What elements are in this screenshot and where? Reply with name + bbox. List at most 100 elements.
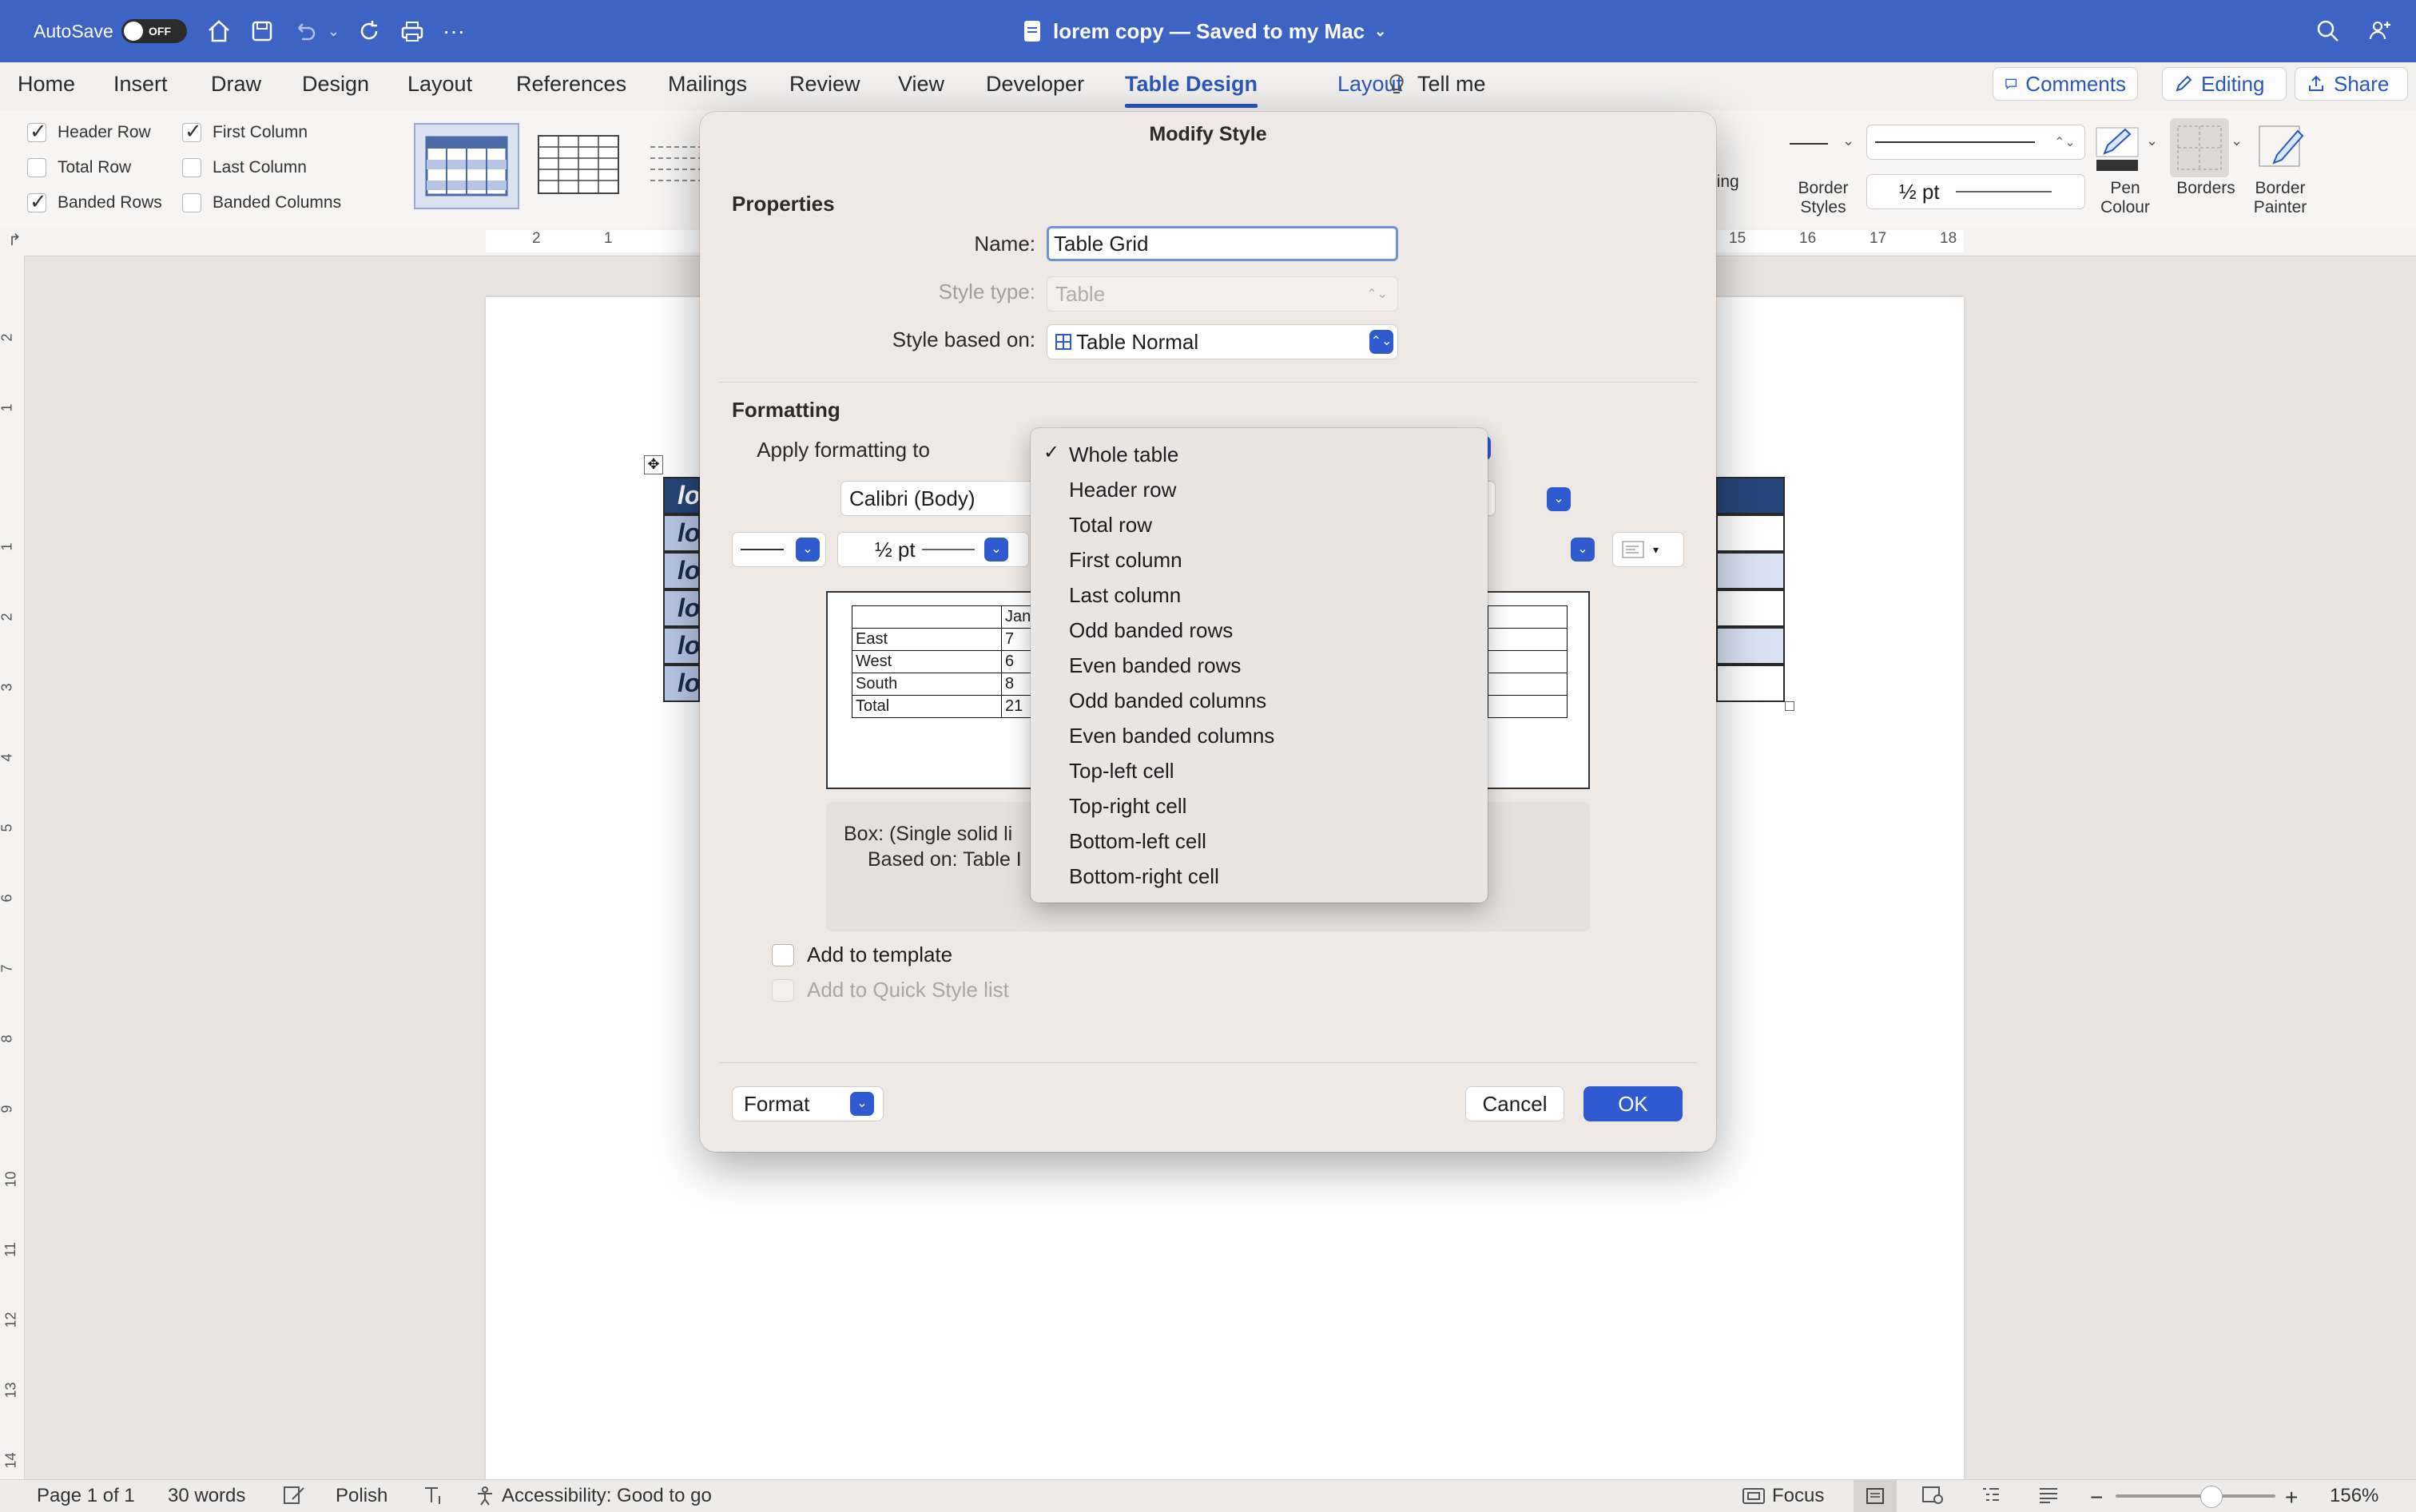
border-style-chevron-icon[interactable]: ⌄ (796, 538, 820, 562)
home-icon[interactable] (205, 0, 233, 62)
tab-mailings[interactable]: Mailings (668, 72, 747, 97)
total-row-checkbox[interactable]: Total Row (27, 158, 131, 177)
tab-draw[interactable]: Draw (211, 72, 261, 97)
tab-home[interactable]: Home (18, 72, 75, 97)
undo-dropdown-icon[interactable]: ⌄ (328, 0, 340, 62)
font-size-chevron-icon[interactable]: ⌄ (1547, 487, 1571, 511)
table-style-swatch[interactable] (644, 123, 700, 209)
menu-item-whole-table[interactable]: Whole table (1069, 442, 1178, 467)
table-cell[interactable]: lo (663, 514, 700, 552)
share-people-icon[interactable] (2366, 0, 2395, 62)
editing-button[interactable]: Editing (2162, 67, 2287, 101)
table-cell[interactable]: lo (663, 552, 700, 589)
menu-item-top-right-cell[interactable]: Top-right cell (1069, 794, 1186, 819)
table-style-swatch[interactable] (414, 123, 519, 209)
search-icon[interactable] (2314, 0, 2342, 62)
print-icon[interactable] (398, 0, 427, 62)
draft-view-icon[interactable] (2037, 1485, 2060, 1504)
table-cell[interactable] (1716, 477, 1785, 514)
table-cell[interactable]: lo (663, 477, 700, 514)
first-column-checkbox[interactable]: First Column (182, 119, 308, 144)
line-weight-select[interactable]: ½ pt (1866, 174, 2085, 209)
menu-item-total-row[interactable]: Total row (1069, 513, 1152, 538)
comments-button[interactable]: Comments (1993, 67, 2138, 101)
tab-developer[interactable]: Developer (986, 72, 1084, 97)
proofing-icon[interactable] (283, 1485, 307, 1506)
table-resize-handle[interactable] (1785, 701, 1794, 711)
table-cell[interactable]: lo (663, 589, 700, 627)
banded-columns-checkbox[interactable]: Banded Columns (182, 193, 341, 212)
table-cell[interactable] (1716, 514, 1785, 552)
menu-item-first-column[interactable]: First column (1069, 548, 1182, 573)
redo-icon[interactable] (355, 0, 383, 62)
table-cell[interactable] (1716, 665, 1785, 702)
table-cell[interactable]: lo (663, 665, 700, 702)
table-cell[interactable] (1716, 627, 1785, 665)
menu-item-odd-banded-rows[interactable]: Odd banded rows (1069, 618, 1233, 643)
menu-item-even-banded-columns[interactable]: Even banded columns (1069, 724, 1274, 748)
autosave-toggle[interactable]: OFF (121, 19, 187, 43)
tab-view[interactable]: View (898, 72, 944, 97)
undo-icon[interactable] (291, 0, 320, 62)
zoom-level[interactable]: 156% (2330, 1485, 2378, 1507)
last-column-checkbox[interactable]: Last Column (182, 158, 307, 177)
border-styles-icon[interactable] (1786, 128, 1831, 160)
zoom-slider-thumb[interactable] (2200, 1486, 2223, 1508)
based-on-chevron-icon[interactable]: ⌃⌄ (1369, 330, 1393, 354)
pen-colour-icon[interactable] (2093, 125, 2141, 173)
table-cell[interactable] (1716, 589, 1785, 627)
line-style-select[interactable]: ⌃⌄ (1866, 125, 2085, 160)
tell-me-box[interactable]: Tell me (1387, 72, 1486, 97)
menu-item-header-row[interactable]: Header row (1069, 478, 1176, 502)
ok-button[interactable]: OK (1584, 1086, 1683, 1121)
language[interactable]: Polish (336, 1485, 387, 1507)
chevron-down-icon[interactable]: ⌄ (2146, 133, 2158, 149)
zoom-out-icon[interactable]: − (2090, 1485, 2103, 1510)
tab-stop-icon[interactable]: ↱ (8, 230, 22, 250)
focus-button[interactable]: Focus (1742, 1485, 1824, 1507)
table-move-handle-icon[interactable]: ✥ (644, 455, 663, 474)
tab-table-design[interactable]: Table Design (1125, 72, 1258, 108)
outline-view-icon[interactable] (1980, 1485, 2002, 1504)
banded-rows-checkbox[interactable]: Banded Rows (27, 189, 162, 214)
zoom-slider[interactable] (2116, 1486, 2275, 1508)
cancel-button[interactable]: Cancel (1465, 1086, 1564, 1121)
shading-chevron-icon[interactable]: ⌄ (1571, 538, 1595, 562)
border-painter-icon[interactable] (2253, 120, 2312, 176)
header-row-checkbox[interactable]: Header Row (27, 119, 151, 144)
borders-icon[interactable] (2170, 118, 2229, 177)
table-cell[interactable] (1716, 552, 1785, 589)
tab-design[interactable]: Design (302, 72, 369, 97)
table-style-swatch[interactable] (527, 123, 633, 209)
word-count[interactable]: 30 words (168, 1485, 245, 1507)
menu-item-top-left-cell[interactable]: Top-left cell (1069, 759, 1174, 784)
chevron-down-icon[interactable]: ⌄ (2231, 133, 2243, 149)
table-cell[interactable]: lo (663, 627, 700, 665)
format-chevron-icon[interactable]: ⌄ (850, 1092, 874, 1116)
border-weight-chevron-icon[interactable]: ⌄ (984, 538, 1008, 562)
zoom-in-icon[interactable]: + (2285, 1485, 2298, 1510)
vertical-ruler[interactable]: 2 1 1 2 3 4 5 6 7 8 9 10 11 12 13 14 (0, 256, 25, 1479)
chevron-down-icon[interactable]: ⌄ (1842, 133, 1854, 149)
add-to-template-checkbox[interactable]: Add to template (772, 943, 952, 967)
text-predictions-icon[interactable] (422, 1485, 446, 1506)
web-layout-icon[interactable] (1921, 1485, 1945, 1506)
menu-item-bottom-left-cell[interactable]: Bottom-left cell (1069, 829, 1206, 854)
based-on-select[interactable]: Table Normal (1047, 324, 1398, 359)
name-input[interactable] (1047, 226, 1398, 261)
save-icon[interactable] (248, 0, 276, 62)
more-icon[interactable]: ··· (443, 0, 465, 62)
tab-layout[interactable]: Layout (407, 72, 472, 97)
tab-review[interactable]: Review (789, 72, 860, 97)
menu-item-last-column[interactable]: Last column (1069, 583, 1181, 608)
alignment-select[interactable]: ▾ (1612, 532, 1684, 567)
menu-item-even-banded-rows[interactable]: Even banded rows (1069, 653, 1241, 678)
menu-item-odd-banded-columns[interactable]: Odd banded columns (1069, 689, 1266, 713)
print-layout-icon[interactable] (1854, 1480, 1897, 1512)
menu-item-bottom-right-cell[interactable]: Bottom-right cell (1069, 864, 1219, 889)
share-button[interactable]: Share (2295, 67, 2408, 101)
tab-insert[interactable]: Insert (113, 72, 168, 97)
tab-references[interactable]: References (516, 72, 626, 97)
page-count[interactable]: Page 1 of 1 (37, 1485, 135, 1507)
accessibility-status[interactable]: Accessibility: Good to go (475, 1485, 712, 1507)
